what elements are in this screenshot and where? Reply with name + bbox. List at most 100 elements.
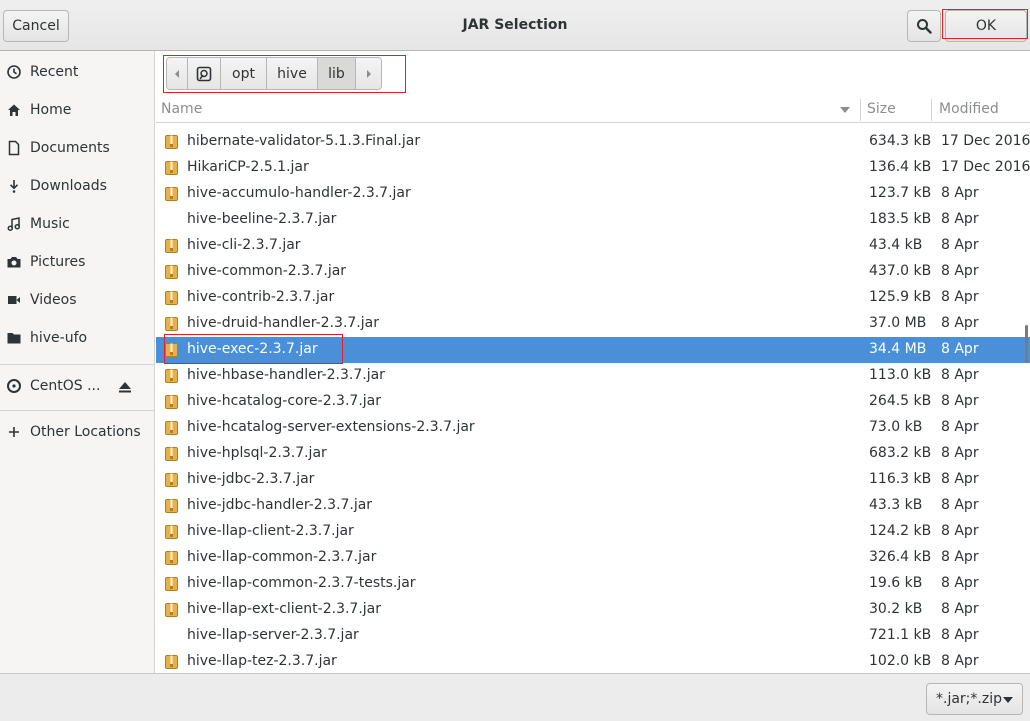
file-modified: 17 Dec 2016 [941,133,1030,149]
file-size: 136.4 kB [869,159,932,175]
file-name: hive-llap-ext-client-2.3.7.jar [187,601,382,617]
file-name: hive-llap-common-2.3.7.jar [187,549,377,565]
archive-icon [165,499,178,513]
file-row[interactable]: hive-llap-common-2.3.7-tests.jar 19.6 kB 8… [156,571,1030,597]
path-segment-opt[interactable]: opt [221,58,267,89]
folder-icon [6,330,22,346]
file-row[interactable]: hive-hcatalog-server-extensions-2.3.7.ja… [156,415,1030,441]
file-modified: 8 Apr [941,237,979,253]
file-row[interactable]: hive-llap-common-2.3.7.jar 326.4 kB 8 Apr [156,545,1030,571]
file-row[interactable]: hive-llap-client-2.3.7.jar 124.2 kB 8 Apr [156,519,1030,545]
file-row[interactable]: hive-beeline-2.3.7.jar 183.5 kB 8 Apr [156,207,1030,233]
path-bar: opt hive lib [166,57,382,90]
archive-icon [165,447,178,461]
file-modified: 8 Apr [941,211,979,227]
sidebar-item-label: Music [30,216,70,232]
file-row[interactable]: HikariCP-2.5.1.jar 136.4 kB 17 Dec 2016 [156,155,1030,181]
sidebar-item-home[interactable]: Home [0,92,154,128]
chevron-left-icon [175,69,179,78]
file-list: hibernate-validator-5.1.3.Final.jar 634.3… [156,123,1030,673]
archive-icon [165,551,178,565]
sidebar-item-centos[interactable]: CentOS ... [0,368,154,404]
sidebar-item-label: Downloads [30,178,107,194]
file-row[interactable]: hive-common-2.3.7.jar 437.0 kB 8 Apr [156,259,1030,285]
sidebar-separator [0,410,154,411]
file-size: 116.3 kB [869,471,932,487]
archive-icon [165,317,178,331]
file-modified: 8 Apr [941,601,979,617]
sidebar-item-other-locations[interactable]: Other Locations [0,414,154,450]
file-size: 634.3 kB [869,133,932,149]
sidebar-item-downloads[interactable]: Downloads [0,168,154,204]
sidebar-separator [0,364,154,365]
file-row[interactable]: hive-jdbc-2.3.7.jar 116.3 kB 8 Apr [156,467,1030,493]
file-row[interactable]: hive-contrib-2.3.7.jar 125.9 kB 8 Apr [156,285,1030,311]
sidebar-item-pictures[interactable]: Pictures [0,244,154,280]
file-row[interactable]: hive-llap-ext-client-2.3.7.jar 30.2 kB 8 A… [156,597,1030,623]
sidebar-item-label: Recent [30,64,79,80]
sidebar-item-label: Documents [30,140,110,156]
archive-icon [165,187,178,201]
plus-icon [6,424,22,440]
document-icon [6,140,22,156]
file-modified: 8 Apr [941,471,979,487]
path-segment-hive[interactable]: hive [267,58,318,89]
sidebar-item-label: Pictures [30,254,86,270]
file-row[interactable]: hive-hplsql-2.3.7.jar 683.2 kB 8 Apr [156,441,1030,467]
sort-descending-icon [840,107,850,113]
camera-icon [6,254,22,270]
file-size: 102.0 kB [869,653,932,669]
file-size: 19.6 kB [869,575,923,591]
file-row[interactable]: hive-cli-2.3.7.jar 43.4 kB 8 Apr [156,233,1030,259]
archive-icon [165,369,178,383]
file-size: 326.4 kB [869,549,932,565]
file-modified: 8 Apr [941,653,979,669]
archive-icon [165,395,178,409]
column-header-size[interactable]: Size [867,101,896,117]
file-filter-dropdown[interactable]: *.jar;*.zip [926,683,1023,715]
file-size: 183.5 kB [869,211,932,227]
file-modified: 8 Apr [941,185,979,201]
file-size: 37.0 MB [869,315,927,331]
chevron-right-icon [366,69,371,78]
sidebar-item-label: Other Locations [30,424,141,440]
file-row[interactable]: hive-llap-tez-2.3.7.jar 102.0 kB 8 Apr [156,649,1030,673]
sidebar-item-hive-ufo[interactable]: hive-ufo [0,320,154,356]
path-segment-lib[interactable]: lib [318,58,356,89]
sidebar-item-videos[interactable]: Videos [0,282,154,318]
file-row[interactable]: hive-exec-2.3.7.jar 34.4 MB 8 Apr [156,337,1030,363]
eject-icon[interactable] [118,380,132,394]
file-row[interactable]: hive-hbase-handler-2.3.7.jar 113.0 kB 8 Ap… [156,363,1030,389]
sidebar-item-label: Videos [30,292,77,308]
path-forward-button[interactable] [356,58,381,89]
archive-icon [165,265,178,279]
file-row[interactable]: hive-llap-server-2.3.7.jar 721.1 kB 8 Apr [156,623,1030,649]
file-row[interactable]: hive-jdbc-handler-2.3.7.jar 43.3 kB 8 Apr [156,493,1030,519]
file-row[interactable]: hive-accumulo-handler-2.3.7.jar 123.7 kB 8… [156,181,1030,207]
filter-label: *.jar;*.zip [936,691,1002,707]
search-button[interactable] [907,10,941,42]
file-size: 125.9 kB [869,289,932,305]
file-name: hive-llap-client-2.3.7.jar [187,523,354,539]
scrollbar-indicator[interactable] [1025,325,1028,363]
sidebar-item-recent[interactable]: Recent [0,54,154,90]
path-segment-root[interactable] [188,58,221,89]
column-separator [931,99,932,121]
ok-button[interactable]: OK [945,10,1027,42]
drive-icon [196,66,212,81]
file-modified: 8 Apr [941,341,979,357]
column-header-name[interactable]: Name [161,101,202,117]
footer-bar: *.jar;*.zip [0,673,1030,721]
file-name: hive-jdbc-handler-2.3.7.jar [187,497,373,513]
file-row[interactable]: hive-druid-handler-2.3.7.jar 37.0 MB 8 Apr [156,311,1030,337]
sidebar-item-music[interactable]: Music [0,206,154,242]
file-row[interactable]: hibernate-validator-5.1.3.Final.jar 634.3… [156,129,1030,155]
file-row[interactable]: hive-hcatalog-core-2.3.7.jar 264.5 kB 8 Ap… [156,389,1030,415]
file-name: hive-accumulo-handler-2.3.7.jar [187,185,411,201]
column-header-modified[interactable]: Modified [939,101,999,117]
archive-icon [165,603,178,617]
file-size: 437.0 kB [869,263,932,279]
sidebar-item-documents[interactable]: Documents [0,130,154,166]
path-back-button[interactable] [167,58,188,89]
file-name: hive-exec-2.3.7.jar [187,341,318,357]
